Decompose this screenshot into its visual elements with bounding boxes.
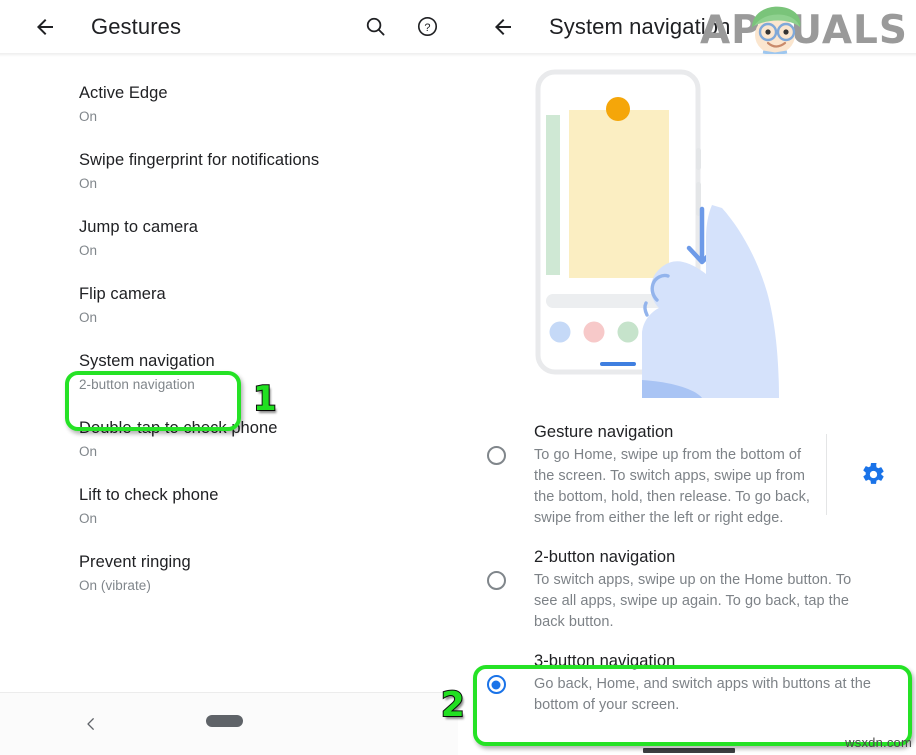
list-item-jump-to-camera[interactable]: Jump to camera On	[0, 205, 458, 272]
nav-preview-strip	[458, 746, 916, 755]
search-icon[interactable]	[360, 12, 390, 42]
list-item-subtitle: On	[79, 243, 98, 258]
option-title: 3-button navigation	[534, 652, 676, 670]
option-text-block: 3-button navigation Go back, Home, and s…	[534, 649, 916, 716]
option-gesture-navigation[interactable]: Gesture navigation To go Home, swipe up …	[458, 412, 916, 537]
list-item-title: System navigation	[79, 352, 215, 370]
list-item-swipe-fingerprint[interactable]: Swipe fingerprint for notifications On	[0, 138, 458, 205]
list-item-prevent-ringing[interactable]: Prevent ringing On (vibrate)	[0, 540, 458, 607]
list-item-title: Double-tap to check phone	[79, 419, 278, 437]
radio-3-button-navigation[interactable]	[486, 675, 506, 694]
radio-cell	[458, 649, 534, 694]
nav-preview-home-bar	[643, 748, 735, 753]
phone-in-hand-illustration	[535, 69, 779, 398]
list-item-title: Prevent ringing	[79, 553, 191, 571]
radio-cell	[458, 545, 534, 590]
radio-2-button-navigation[interactable]	[486, 571, 506, 590]
list-item-title: Active Edge	[79, 84, 168, 102]
option-settings-cell	[826, 434, 916, 515]
option-description: To go Home, swipe up from the bottom of …	[534, 447, 810, 526]
list-item-title: Swipe fingerprint for notifications	[79, 151, 320, 169]
option-title: Gesture navigation	[534, 423, 674, 441]
option-text-block: 2-button navigation To switch apps, swip…	[534, 545, 884, 633]
list-item-subtitle: On	[79, 511, 98, 526]
option-text-block: Gesture navigation To go Home, swipe up …	[534, 420, 826, 529]
list-item-subtitle: On	[79, 310, 98, 325]
svg-text:?: ?	[424, 22, 430, 34]
gestures-settings-list: Active Edge On Swipe fingerprint for not…	[0, 57, 458, 607]
list-item-title: Jump to camera	[79, 218, 198, 236]
right-appbar: System navigation	[458, 0, 916, 53]
list-item-lift-to-check-phone[interactable]: Lift to check phone On	[0, 473, 458, 540]
list-item-subtitle: On (vibrate)	[79, 578, 151, 593]
option-description: Go back, Home, and switch apps with butt…	[534, 676, 871, 713]
gear-icon[interactable]	[858, 460, 888, 490]
help-circle-icon[interactable]: ?	[412, 12, 442, 42]
back-arrow-icon[interactable]	[488, 12, 518, 42]
radio-cell	[458, 420, 534, 465]
dual-screenshot-container: Gestures ? Active Edge On Swipe fingerpr…	[0, 0, 916, 755]
option-2-button-navigation[interactable]: 2-button navigation To switch apps, swip…	[458, 537, 916, 641]
navigation-options-list: Gesture navigation To go Home, swipe up …	[458, 412, 916, 724]
page-title: Gestures	[91, 13, 182, 39]
list-item-subtitle: 2-button navigation	[79, 377, 195, 392]
list-item-subtitle: On	[79, 176, 98, 191]
list-item-system-navigation[interactable]: System navigation 2-button navigation	[0, 339, 458, 406]
back-arrow-icon[interactable]	[30, 12, 60, 42]
list-item-title: Lift to check phone	[79, 486, 219, 504]
list-item-subtitle: On	[79, 444, 98, 459]
chevron-left-icon[interactable]	[78, 711, 104, 737]
list-item-title: Flip camera	[79, 285, 166, 303]
page-title: System navigation	[549, 13, 731, 39]
illustration-area	[458, 57, 916, 412]
list-item-flip-camera[interactable]: Flip camera On	[0, 272, 458, 339]
home-pill-icon[interactable]	[206, 715, 243, 727]
option-3-button-navigation[interactable]: 3-button navigation Go back, Home, and s…	[458, 641, 916, 724]
right-panel-system-navigation: System navigation Gesture navigation To …	[458, 0, 916, 755]
radio-gesture-navigation[interactable]	[486, 446, 506, 465]
option-description: To switch apps, swipe up on the Home but…	[534, 572, 852, 630]
system-bottom-nav-bar	[0, 692, 458, 755]
left-panel-gestures: Gestures ? Active Edge On Swipe fingerpr…	[0, 0, 458, 755]
list-item-double-tap-check-phone[interactable]: Double-tap to check phone On	[0, 406, 458, 473]
left-appbar: Gestures ?	[0, 0, 458, 53]
list-item-active-edge[interactable]: Active Edge On	[0, 71, 458, 138]
list-item-subtitle: On	[79, 109, 98, 124]
option-title: 2-button navigation	[534, 548, 676, 566]
